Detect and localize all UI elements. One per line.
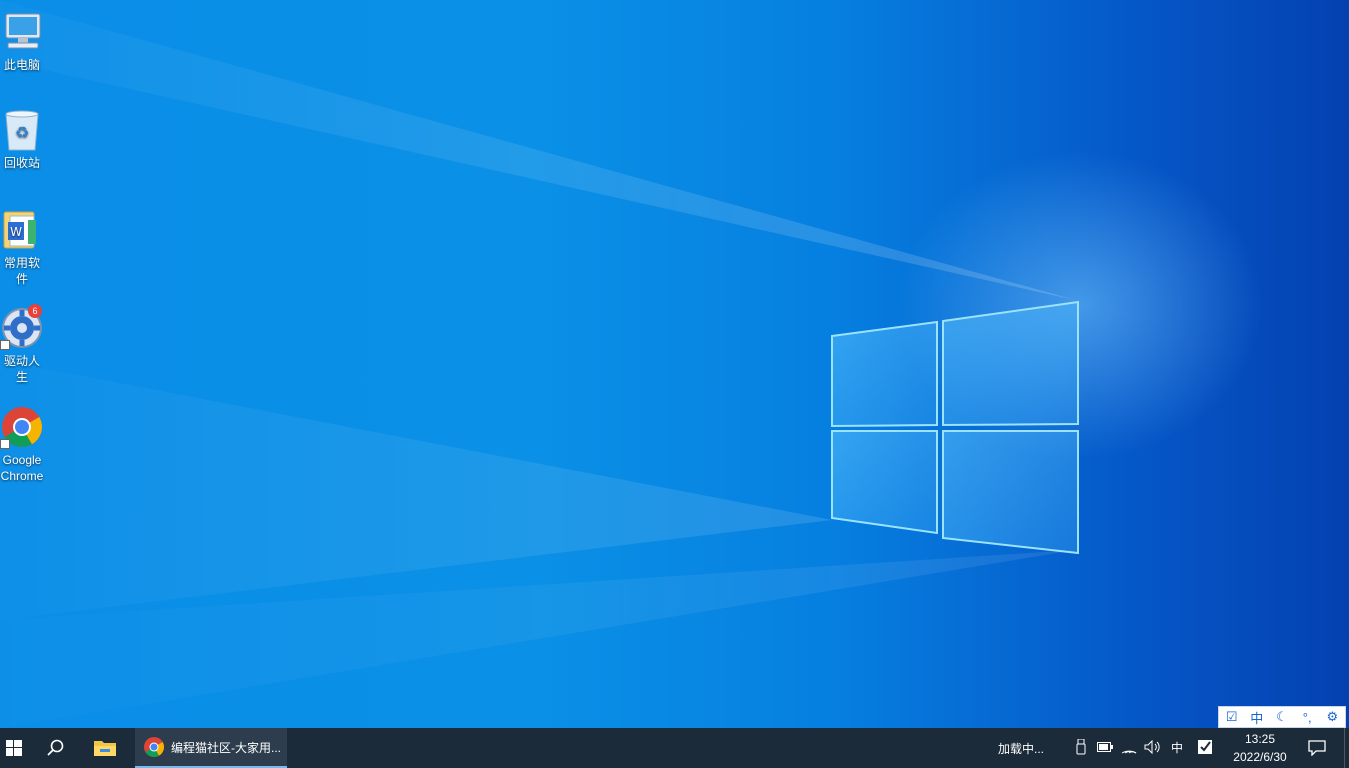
search-icon [47, 739, 64, 756]
folder-icon: W [0, 208, 44, 252]
chrome-icon [0, 405, 44, 449]
desktop-icon-label: 驱动人生 [3, 354, 40, 384]
chrome-icon [144, 737, 164, 757]
taskbar-app-chrome[interactable]: 编程猫社区-大家用... [135, 728, 287, 768]
desktop-icon-this-pc[interactable]: 此电脑 [0, 10, 44, 73]
svg-text:♻: ♻ [15, 123, 29, 142]
taskbar-clock[interactable]: 13:25 2022/6/30 [1226, 730, 1294, 766]
desktop-icon-label: 常用软件 [3, 256, 40, 286]
recycle-bin-icon: ♻ [0, 108, 44, 152]
tray-loading-text: 加载中... [998, 742, 1045, 756]
search-button[interactable] [34, 728, 78, 768]
checkbox-icon[interactable]: ☑ [1223, 709, 1241, 725]
notification-badge: 6 [28, 304, 42, 318]
desktop-icon-recycle-bin[interactable]: ♻ 回收站 [0, 108, 44, 171]
desktop-icon-label: 此电脑 [3, 58, 40, 72]
ime-mode-toggle[interactable]: 中 [1248, 708, 1266, 727]
punctuation-icon[interactable]: °, [1298, 710, 1316, 725]
svg-text:W: W [10, 225, 22, 239]
desktop-icon-label: 回收站 [3, 156, 40, 170]
volume-icon[interactable] [1144, 738, 1162, 756]
clock-time: 13:25 [1244, 732, 1276, 746]
wallpaper [0, 0, 1079, 728]
windows-logo-icon [6, 740, 22, 756]
desktop-icon-common-software[interactable]: W 常用软件 [0, 208, 44, 287]
shortcut-arrow-icon [0, 439, 10, 449]
moon-icon[interactable]: ☾ [1273, 709, 1291, 725]
file-explorer-button[interactable] [82, 728, 128, 768]
action-center-button[interactable] [1300, 728, 1334, 768]
computer-icon [0, 10, 44, 54]
security-check-icon[interactable] [1196, 738, 1214, 756]
ime-toolbar[interactable]: ☑ 中 ☾ °, ⚙ [1218, 706, 1346, 728]
usb-icon[interactable] [1072, 738, 1090, 756]
desktop-icon-label: Google Chrome [0, 453, 44, 483]
show-desktop-button[interactable] [1344, 728, 1349, 768]
desktop-icon-driver-life[interactable]: 6 驱动人生 [0, 304, 44, 385]
wifi-icon[interactable] [1120, 738, 1138, 756]
shortcut-arrow-icon [0, 340, 10, 350]
folder-icon [94, 741, 116, 756]
desktop[interactable]: 此电脑 ♻ 回收站 W 常用软件 6 驱动人生 Google Chrome ☑ … [0, 0, 1349, 728]
taskbar: 编程猫社区-大家用... 加载中... 中 13:25 2022/6/30 [0, 728, 1349, 768]
taskbar-app-title: 编程猫社区-大家用... [171, 740, 281, 755]
start-button[interactable] [0, 728, 28, 768]
battery-icon[interactable] [1096, 738, 1114, 756]
gear-icon[interactable]: ⚙ [1323, 709, 1341, 725]
driver-gear-icon: 6 [0, 304, 44, 350]
clock-date: 2022/6/30 [1233, 750, 1287, 764]
ime-indicator[interactable]: 中 [1168, 738, 1186, 756]
desktop-icon-google-chrome[interactable]: Google Chrome [0, 405, 44, 484]
action-center-icon [1308, 740, 1326, 756]
